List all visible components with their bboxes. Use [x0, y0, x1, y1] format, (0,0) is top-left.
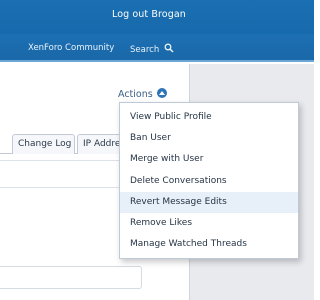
- menu-item-delete-conversations[interactable]: Delete Conversations: [120, 171, 298, 192]
- top-header-bar: Log out Brogan: [0, 0, 314, 34]
- search-icon: [164, 43, 174, 56]
- menu-item-merge-with-user[interactable]: Merge with User: [120, 149, 298, 170]
- actions-dropdown-menu: View Public Profile Ban User Merge with …: [119, 102, 299, 259]
- page: Log out Brogan XenForo Community Search …: [0, 0, 314, 300]
- collapse-arrow-icon: [156, 88, 167, 98]
- text-input[interactable]: [0, 266, 142, 289]
- menu-item-revert-message-edits[interactable]: Revert Message Edits: [120, 191, 298, 213]
- nav-search-link[interactable]: Search: [130, 43, 174, 56]
- menu-item-manage-watched-threads[interactable]: Manage Watched Threads: [120, 234, 298, 255]
- logout-link[interactable]: Log out Brogan: [112, 9, 186, 20]
- nav-community-link[interactable]: XenForo Community: [28, 43, 114, 53]
- navigation-bar: XenForo Community Search: [0, 34, 314, 62]
- actions-label: Actions: [118, 89, 153, 100]
- tab-change-log[interactable]: Change Log: [12, 134, 75, 154]
- menu-item-view-public-profile[interactable]: View Public Profile: [120, 107, 298, 128]
- menu-item-ban-user[interactable]: Ban User: [120, 128, 298, 149]
- actions-menu-trigger[interactable]: Actions: [118, 88, 167, 100]
- nav-search-label: Search: [130, 45, 160, 55]
- menu-item-remove-likes[interactable]: Remove Likes: [120, 213, 298, 234]
